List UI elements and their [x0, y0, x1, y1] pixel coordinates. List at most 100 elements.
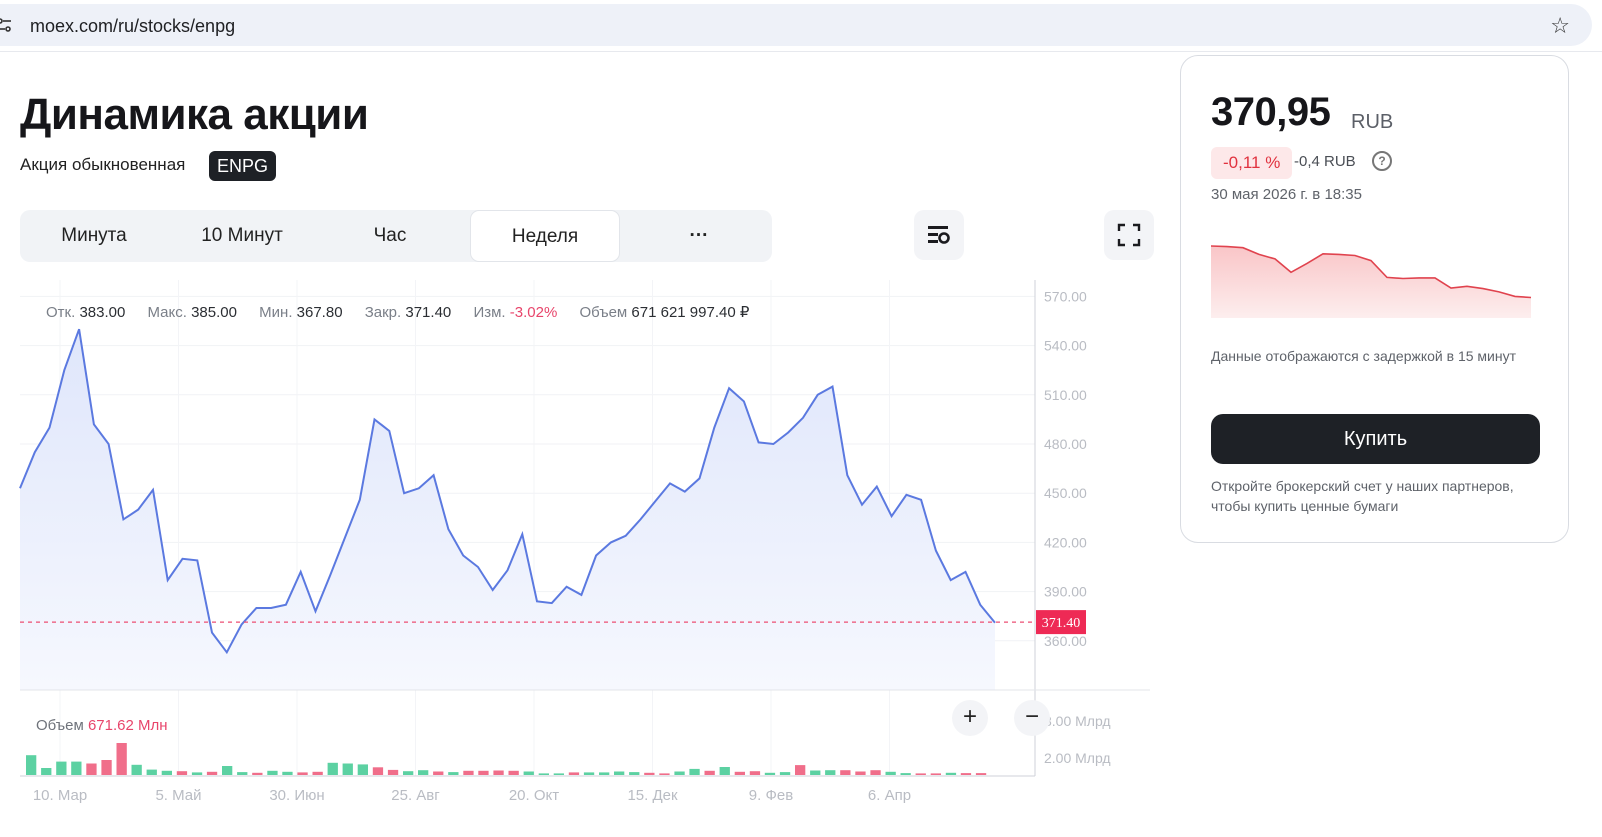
volume-bar: [749, 771, 761, 775]
close-label: Закр.: [364, 304, 402, 321]
tab-10-minutes[interactable]: 10 Минут: [168, 210, 316, 262]
volume-bar: [342, 763, 353, 775]
volume-bar: [372, 767, 384, 775]
volume-bar: [71, 761, 82, 775]
zoom-out-button[interactable]: −: [1014, 700, 1050, 736]
buy-note: Откройте брокерский счет у наших партнер…: [1211, 478, 1514, 514]
x-tick-label: 10. Мар: [33, 787, 87, 804]
y-tick-label: 360.00: [1044, 633, 1087, 649]
interval-tabs: Минута 10 Минут Час Неделя ···: [20, 210, 772, 262]
volume-tick-label: 2.00 Млрд: [1044, 750, 1111, 766]
volume-bar: [222, 766, 233, 775]
volume-bar: [553, 773, 564, 775]
volume-bar: [689, 768, 700, 775]
mini-price-chart: [1211, 245, 1532, 318]
tab-week[interactable]: Неделя: [470, 210, 620, 262]
volume-bar: [357, 764, 368, 775]
last-price-tag-text: 371.40: [1042, 616, 1081, 631]
zoom-in-button[interactable]: +: [952, 700, 988, 736]
site-settings-icon[interactable]: [0, 17, 14, 33]
tab-minute[interactable]: Минута: [20, 210, 168, 262]
volume-tick-label: 8.00 Млрд: [1044, 713, 1111, 729]
volume-bar: [418, 770, 429, 775]
y-tick-label: 570.00: [1044, 288, 1087, 304]
volume-bar: [704, 770, 715, 775]
x-tick-label: 30. Июн: [269, 787, 324, 804]
chart-settings-button[interactable]: [914, 210, 964, 260]
volume-bar: [26, 755, 37, 775]
price-chart[interactable]: 570.00 540.00 510.00 480.00 450.00 420.00 390.…: [0, 270, 1160, 830]
price-currency: RUB: [1351, 111, 1394, 133]
volume-bar: [267, 770, 278, 775]
help-icon[interactable]: ?: [1372, 151, 1392, 171]
volume-bar: [463, 770, 474, 775]
percent-change-badge: -0,11 %: [1211, 147, 1293, 179]
volume-bar: [915, 773, 926, 775]
y-tick-label: 540.00: [1044, 338, 1087, 354]
x-tick-label: 9. Фев: [749, 787, 793, 804]
volume-bars: [26, 743, 987, 775]
price-card: 370,95 RUB -0,11 % -0,4 RUB ? 30 мая 202…: [1180, 55, 1569, 543]
buy-button[interactable]: Купить: [1211, 414, 1540, 464]
volume-bar: [538, 773, 549, 775]
open-value: 383.00: [79, 304, 126, 321]
volume-bar: [508, 770, 519, 775]
tab-hour[interactable]: Час: [316, 210, 464, 262]
x-tick-label: 15. Дек: [627, 787, 678, 804]
low-value: 367.80: [296, 304, 343, 321]
volume-bar: [719, 767, 730, 775]
volume-panel-label: Объем 671.62 Млн: [36, 717, 168, 734]
fullscreen-icon: [1117, 223, 1141, 247]
url-text[interactable]: moex.com/ru/stocks/enpg: [30, 16, 235, 37]
volume-bar: [327, 762, 338, 775]
change-label: Изм.: [473, 304, 506, 321]
address-bar[interactable]: moex.com/ru/stocks/enpg ☆: [0, 4, 1592, 46]
y-tick-label: 510.00: [1044, 387, 1087, 403]
volume-bar: [614, 771, 625, 775]
volume-bar: [975, 773, 987, 775]
volume-bar: [795, 765, 806, 775]
volume-bar: [41, 768, 52, 775]
volume-bar: [825, 770, 836, 775]
volume-bar: [900, 773, 911, 775]
volume-bar: [312, 771, 323, 775]
delay-note: Данные отображаются с задержкой в 15 мин…: [1211, 348, 1517, 364]
volume-bar: [478, 770, 489, 775]
volume-bar: [237, 772, 248, 775]
volume-bar: [674, 771, 685, 775]
volume-bar: [403, 771, 414, 775]
x-tick-label: 5. Май: [155, 787, 201, 804]
volume-bar: [56, 761, 67, 775]
volume-bar: [387, 769, 399, 775]
x-tick-label: 25. Авг: [391, 787, 440, 804]
volume-bar: [629, 772, 640, 775]
fullscreen-button[interactable]: [1104, 210, 1154, 260]
bookmark-star-icon[interactable]: ☆: [1550, 13, 1570, 39]
indicators-icon: [928, 226, 950, 244]
volume-bar: [131, 764, 142, 775]
volume-bar: [945, 772, 957, 775]
volume-bar: [493, 770, 504, 775]
volume-bar: [448, 772, 459, 775]
volume-value: 671 621 997.40 ₽: [631, 304, 750, 321]
ticker-badge: ENPG: [209, 151, 276, 181]
volume-bar: [659, 773, 670, 775]
volume-bar: [810, 770, 821, 775]
volume-bar: [176, 771, 188, 775]
volume-panel-value: 671.62 Млн: [87, 717, 168, 734]
price-timestamp: 30 мая 2026 г. в 18:35: [1211, 186, 1362, 203]
y-tick-label: 480.00: [1044, 436, 1087, 452]
volume-bar: [734, 771, 745, 775]
volume-bar: [433, 771, 444, 775]
volume-bar: [146, 769, 157, 775]
tab-more[interactable]: ···: [630, 210, 768, 262]
absolute-change: -0,4 RUB: [1294, 153, 1356, 170]
volume-bar: [568, 772, 580, 775]
low-label: Мин.: [259, 304, 293, 321]
volume-bar: [930, 773, 941, 775]
volume-bar: [101, 760, 112, 775]
volume-bar: [116, 743, 127, 775]
volume-bar: [583, 772, 595, 775]
volume-bar: [297, 772, 308, 775]
volume-bar: [86, 763, 97, 775]
